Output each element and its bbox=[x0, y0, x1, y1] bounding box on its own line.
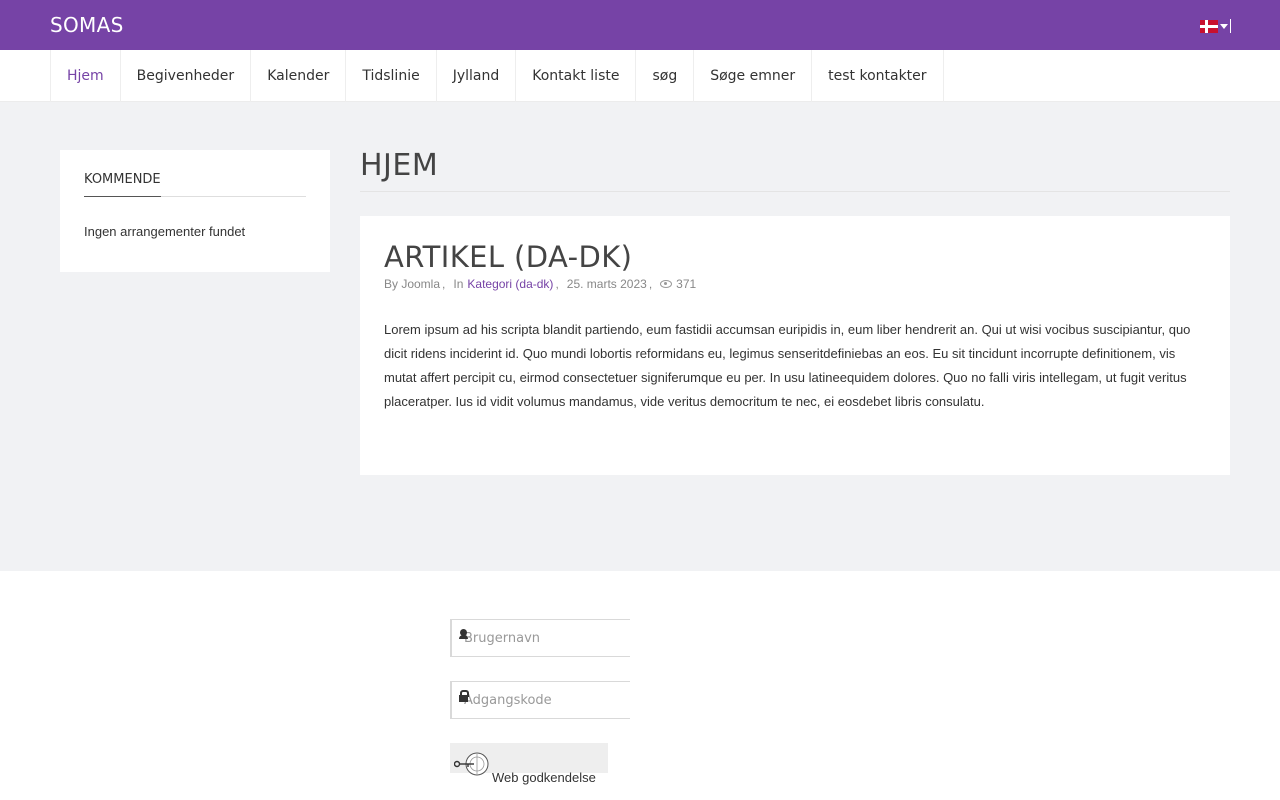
divider bbox=[1230, 19, 1231, 33]
nav-item-hjem[interactable]: Hjem bbox=[51, 50, 121, 102]
username-input[interactable] bbox=[452, 620, 646, 656]
lock-icon bbox=[451, 682, 469, 718]
nav-item-begivenheder[interactable]: Begivenheder bbox=[121, 50, 252, 102]
meta-separator: , bbox=[555, 277, 559, 291]
nav-menu: Hjem Begivenheder Kalender Tidslinie Jyl… bbox=[50, 50, 944, 102]
in-label: In bbox=[453, 277, 464, 291]
nav-item-sog[interactable]: søg bbox=[636, 50, 695, 102]
site-title[interactable]: SOMAS bbox=[50, 13, 124, 37]
passkey-icon bbox=[454, 752, 489, 776]
password-group bbox=[450, 681, 646, 719]
main-navbar: Hjem Begivenheder Kalender Tidslinie Jyl… bbox=[0, 50, 1280, 102]
webauthn-label: Web godkendelse bbox=[492, 770, 596, 785]
nav-item-jylland[interactable]: Jylland bbox=[437, 50, 517, 102]
webauthn-button[interactable]: Web godkendelse bbox=[450, 743, 608, 785]
article-body: Lorem ipsum ad his scripta blandit parti… bbox=[384, 322, 1191, 409]
article-author: By Joomla bbox=[384, 277, 441, 291]
user-icon bbox=[451, 620, 468, 656]
no-events-text: Ingen arrangementer fundet bbox=[84, 224, 246, 239]
nav-item-test-kontakter[interactable]: test kontakter bbox=[812, 50, 944, 102]
main-content: KOMMENDE Ingen arrangementer fundet HJEM… bbox=[0, 102, 1280, 571]
article: ARTIKEL (DA-DK) By Joomla , In Kategori … bbox=[360, 216, 1230, 475]
language-switcher[interactable] bbox=[1200, 19, 1232, 33]
denmark-flag-icon bbox=[1200, 19, 1218, 33]
nav-item-kontakt-liste[interactable]: Kontakt liste bbox=[516, 50, 637, 102]
upcoming-events-module: KOMMENDE Ingen arrangementer fundet bbox=[60, 150, 330, 272]
nav-item-kalender[interactable]: Kalender bbox=[251, 50, 347, 102]
password-input[interactable] bbox=[452, 682, 646, 718]
nav-item-tidslinie[interactable]: Tidslinie bbox=[346, 50, 437, 102]
top-bar: SOMAS bbox=[0, 0, 1280, 50]
caret-down-icon bbox=[1220, 23, 1228, 29]
meta-separator: , bbox=[648, 277, 653, 291]
page-title: HJEM bbox=[360, 148, 439, 183]
username-group bbox=[450, 619, 646, 657]
article-date: 25. marts 2023 bbox=[566, 277, 647, 291]
login-section: Web godkendelse bbox=[0, 571, 1280, 800]
page-header: HJEM bbox=[360, 148, 1230, 192]
article-category-link[interactable]: Kategori (da-dk) bbox=[467, 277, 553, 291]
article-hits: 371 bbox=[676, 277, 697, 291]
nav-item-soge-emner[interactable]: Søge emner bbox=[694, 50, 813, 102]
meta-separator: , bbox=[442, 277, 446, 291]
article-meta: By Joomla , In Kategori (da-dk) , 25. ma… bbox=[384, 277, 1206, 291]
eye-icon bbox=[660, 280, 673, 288]
module-title: KOMMENDE bbox=[84, 172, 306, 197]
article-title: ARTIKEL (DA-DK) bbox=[384, 240, 633, 274]
module-title-text: KOMMENDE bbox=[84, 172, 161, 197]
